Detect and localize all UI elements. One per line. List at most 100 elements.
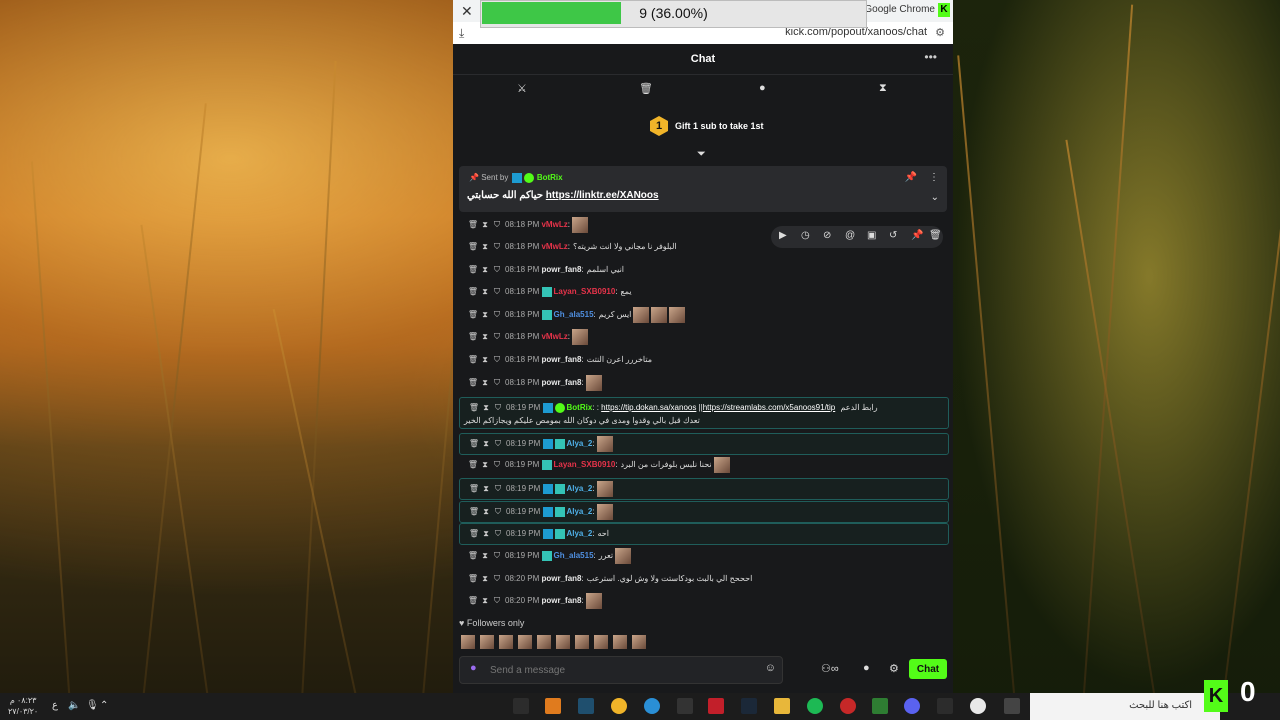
pinned-link[interactable]: https://linktr.ee/XANoos <box>546 190 659 201</box>
delete-icon[interactable]: 🗑 <box>468 524 480 544</box>
app-icon-12[interactable] <box>872 698 888 714</box>
username[interactable]: Alya_2 <box>566 529 592 538</box>
discord-icon[interactable] <box>904 698 920 714</box>
emote[interactable] <box>613 634 627 649</box>
chat-message[interactable]: 🗑 ⧗ ⛉ 08:19 PM Alya_2: <box>459 501 949 523</box>
ban-icon[interactable]: ⛉ <box>492 502 504 522</box>
emote[interactable] <box>594 634 608 649</box>
emote[interactable] <box>571 216 588 233</box>
ban-icon[interactable]: ⛉ <box>492 479 504 499</box>
timeout-icon[interactable]: ⧗ <box>479 350 491 370</box>
language-indicator[interactable]: ع <box>52 700 58 711</box>
chat-message[interactable]: 🗑 ⧗ ⛉ 08:18 PM Gh_ala515: ايس كريم <box>459 305 947 325</box>
delete-icon[interactable]: 🗑 <box>468 502 480 522</box>
timeout-icon[interactable]: ⧗ <box>479 237 491 257</box>
username[interactable]: Layan_SXB0910 <box>553 287 615 296</box>
emote[interactable] <box>713 456 730 473</box>
chat-message[interactable]: 🗑 ⧗ ⛉ 08:19 PM Alya_2: <box>459 478 949 500</box>
timeout-icon[interactable]: ⧗ <box>479 591 491 611</box>
message-link[interactable]: https://tip.dokan.sa/xanoos <box>601 403 696 412</box>
emote[interactable] <box>585 374 602 391</box>
chat-settings-bubble-icon[interactable]: ● <box>863 662 870 674</box>
undo-icon[interactable]: ↺ <box>889 230 897 241</box>
chat-message[interactable]: 🗑 ⧗ ⛉ 08:19 PM Alya_2: احه <box>459 523 949 545</box>
app-icon-11[interactable] <box>840 698 856 714</box>
copy-icon[interactable]: ▣ <box>867 230 876 241</box>
timeout-icon[interactable]: ⧗ <box>479 327 491 347</box>
username[interactable]: Layan_SXB0910 <box>553 460 615 469</box>
delete-icon[interactable]: 🗑 <box>467 373 479 393</box>
mention-icon[interactable]: @ <box>845 230 855 241</box>
download-icon[interactable]: ⤓ <box>459 26 464 41</box>
epic-icon[interactable] <box>937 698 953 714</box>
username[interactable]: powr_fan8 <box>541 265 581 274</box>
taskbar-search[interactable]: اكتب هنا للبحث <box>1030 693 1220 720</box>
sword-icon[interactable]: ⚔ <box>517 82 527 95</box>
username[interactable]: Alya_2 <box>566 507 592 516</box>
app-icon-3[interactable] <box>578 698 594 714</box>
username[interactable]: Gh_ala515 <box>553 310 593 319</box>
site-settings-icon[interactable]: ⚙ <box>935 26 945 39</box>
ban-icon[interactable]: ⛉ <box>491 350 503 370</box>
chat-message[interactable]: 🗑 ⧗ ⛉ 08:20 PM powr_fan8: <box>459 591 947 611</box>
delete-icon[interactable]: 🗑 <box>468 479 480 499</box>
emote[interactable] <box>596 503 613 520</box>
volume-icon[interactable]: 🔈 <box>68 700 80 711</box>
emote[interactable] <box>461 634 475 649</box>
username[interactable]: vMwLz <box>541 242 567 251</box>
hourglass-icon[interactable]: ⧗ <box>879 82 887 95</box>
username[interactable]: Alya_2 <box>566 439 592 448</box>
spotify-icon[interactable] <box>807 698 823 714</box>
delete-icon[interactable]: 🗑 <box>467 215 479 235</box>
mic-icon[interactable]: ● <box>470 662 477 674</box>
gift-sub-banner[interactable]: 1 Gift 1 sub to take 1st <box>453 112 953 142</box>
delete-icon[interactable]: 🗑 <box>468 434 480 454</box>
emote[interactable] <box>632 634 646 649</box>
ban-icon[interactable]: ⛉ <box>492 401 504 414</box>
app-icon-7[interactable] <box>708 698 724 714</box>
more-options-icon[interactable]: ••• <box>924 50 937 64</box>
emote[interactable] <box>615 547 632 564</box>
emote[interactable] <box>499 634 513 649</box>
timeout-icon[interactable]: ⧗ <box>479 373 491 393</box>
delete-icon[interactable]: 🗑 <box>467 591 479 611</box>
app-icon-1[interactable] <box>513 698 529 714</box>
ban-icon[interactable]: ⛉ <box>491 282 503 302</box>
send-chat-button[interactable]: Chat <box>909 659 947 679</box>
chat-message[interactable]: 🗑 ⧗ ⛉ 08:18 PM vMwLz: <box>459 327 947 347</box>
emoji-icon[interactable]: ☺ <box>765 662 776 674</box>
ban-icon[interactable]: ⛉ <box>491 455 503 475</box>
emote[interactable] <box>480 634 494 649</box>
clock[interactable]: ٠٨:٢٣ م ٢٧/٠٣/٢٠ <box>8 695 38 717</box>
ban-icon[interactable]: ⛉ <box>491 305 503 325</box>
steam-icon[interactable] <box>741 698 757 714</box>
emote[interactable] <box>585 592 602 609</box>
chat-bubble-icon[interactable]: ● <box>759 82 766 94</box>
chat-message[interactable]: 🗑 ⧗ ⛉ 08:19 PM BotRix: : https://tip.dokan.… <box>459 397 949 429</box>
emote[interactable] <box>596 480 613 497</box>
emote[interactable] <box>556 634 570 649</box>
ban-icon[interactable]: ⛉ <box>491 546 503 566</box>
message-link[interactable]: https://streamlabs.com/x5anoos91/tip <box>703 403 836 412</box>
emote[interactable] <box>575 634 589 649</box>
chat-message[interactable]: 🗑 ⧗ ⛉ 08:20 PM powr_fan8: احححح الي بالبث بو… <box>459 569 947 589</box>
expand-chevron-icon[interactable]: ⌄ <box>931 192 939 203</box>
timeout-icon[interactable]: ⧗ <box>480 502 492 522</box>
delete-icon[interactable]: 🗑 <box>467 282 479 302</box>
timeout-icon[interactable]: ⧗ <box>479 455 491 475</box>
ban-icon[interactable]: ⛉ <box>491 373 503 393</box>
username[interactable]: Gh_ala515 <box>553 551 593 560</box>
timeout-icon[interactable]: ⧗ <box>479 260 491 280</box>
microphone-icon[interactable]: 🎙 <box>86 700 99 711</box>
timeout-icon[interactable]: ⧗ <box>479 215 491 235</box>
chat-message[interactable]: 🗑 ⧗ ⛉ 08:18 PM Layan_SXB0910: يمع <box>459 282 947 302</box>
emote[interactable] <box>633 306 650 323</box>
play-icon[interactable]: ▶ <box>779 230 787 241</box>
pinned-more-icon[interactable]: ⋮ <box>929 172 939 183</box>
emote[interactable] <box>669 306 686 323</box>
chat-message[interactable]: 🗑 ⧗ ⛉ 08:18 PM powr_fan8: متاخررر اعرن النتت <box>459 350 947 370</box>
group-icon[interactable]: ⚇∞ <box>821 662 839 675</box>
delete-icon[interactable]: 🗑 <box>467 327 479 347</box>
ban-icon[interactable]: ⛉ <box>491 260 503 280</box>
username[interactable]: powr_fan8 <box>541 378 581 387</box>
